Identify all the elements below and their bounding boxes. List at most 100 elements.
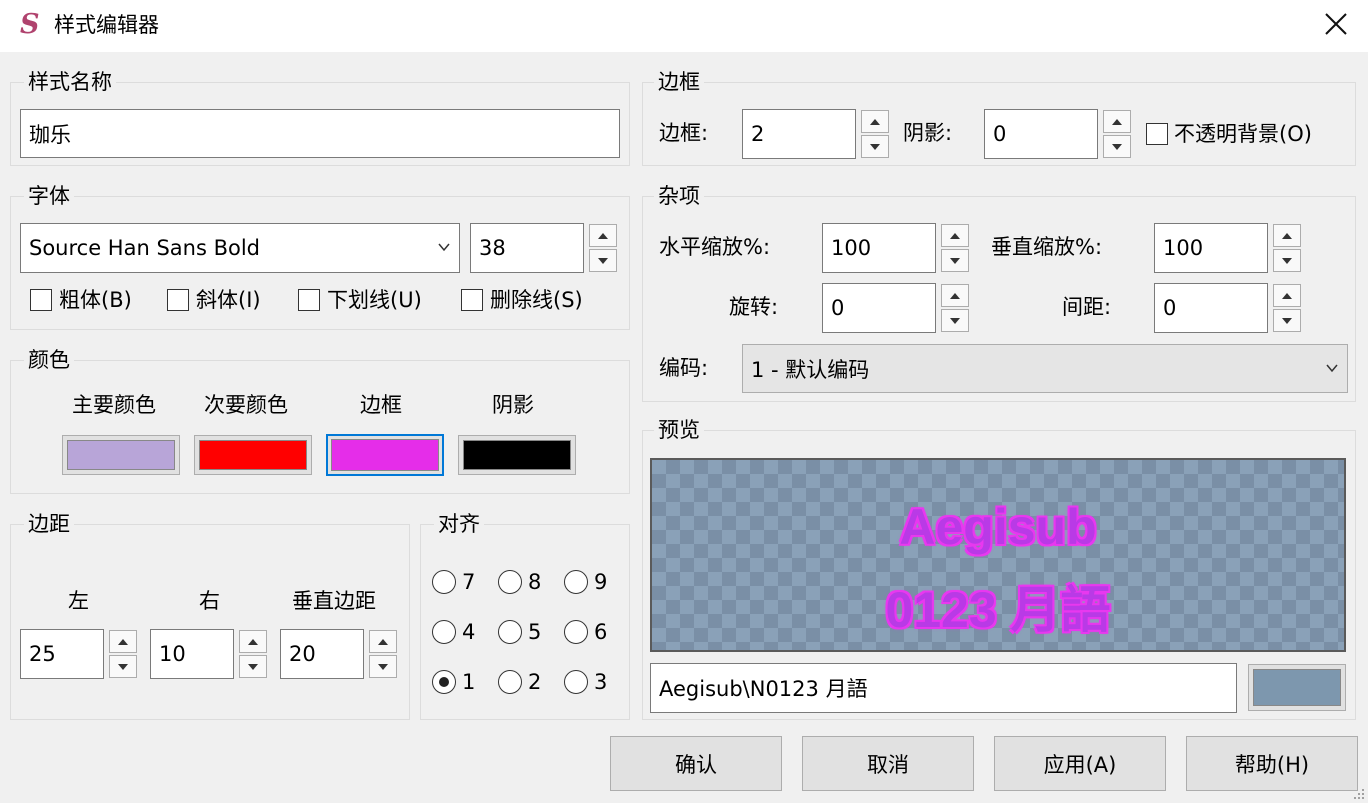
spin-up-button[interactable] — [861, 110, 889, 133]
align-2-radio[interactable] — [498, 670, 522, 694]
preview-line-1: Aegisub — [899, 499, 1097, 555]
outline-width-spinner[interactable] — [861, 110, 889, 158]
underline-checkbox[interactable] — [298, 289, 320, 311]
ok-button[interactable]: 确认 — [610, 736, 782, 791]
spacing-spinner[interactable] — [1273, 284, 1301, 332]
margin-left-spinner[interactable] — [109, 630, 137, 678]
title-bar: S 样式编辑器 — [0, 0, 1368, 52]
align-6-label: 6 — [594, 620, 608, 644]
rotation-input[interactable]: 0 — [822, 283, 936, 333]
spin-up-button[interactable] — [369, 630, 397, 653]
outline-color-button[interactable] — [326, 434, 444, 476]
align-1-label: 1 — [462, 670, 476, 694]
shadow-color-fill — [463, 440, 571, 470]
spin-up-button[interactable] — [941, 224, 969, 247]
cancel-button[interactable]: 取消 — [802, 736, 974, 791]
align-9-radio[interactable] — [564, 570, 588, 594]
radio-selected-dot — [439, 677, 449, 687]
apply-button[interactable]: 应用(A) — [994, 736, 1166, 791]
align-8-radio[interactable] — [498, 570, 522, 594]
align-5-radio[interactable] — [498, 620, 522, 644]
margin-right-input[interactable]: 10 — [150, 629, 234, 679]
spin-down-button[interactable] — [1103, 135, 1131, 158]
shadow-depth-input[interactable]: 0 — [984, 109, 1098, 159]
primary-color-fill — [67, 440, 175, 470]
align-2-label: 2 — [528, 670, 542, 694]
spin-up-button[interactable] — [1273, 284, 1301, 307]
encoding-select[interactable]: 1 - 默认编码 — [742, 344, 1348, 393]
shadow-depth-label: 阴影: — [903, 121, 953, 145]
strikeout-label: 删除线(S) — [490, 288, 583, 312]
preview-line-2: 0123 月語 — [885, 582, 1111, 638]
help-button[interactable]: 帮助(H) — [1186, 736, 1358, 791]
spin-down-button[interactable] — [589, 249, 617, 272]
border-group-label: 边框 — [654, 70, 704, 94]
spin-down-button[interactable] — [1273, 309, 1301, 332]
preview-background-color-button[interactable] — [1248, 664, 1346, 711]
align-3-radio[interactable] — [564, 670, 588, 694]
align-4-label: 4 — [462, 620, 476, 644]
spin-down-button[interactable] — [239, 655, 267, 678]
spin-up-button[interactable] — [589, 224, 617, 247]
preview-text-input[interactable]: Aegisub\N0123 月語 — [650, 663, 1237, 713]
margin-right-label: 右 — [199, 589, 220, 613]
italic-checkbox[interactable] — [167, 289, 189, 311]
spin-up-button[interactable] — [1273, 224, 1301, 247]
secondary-color-label: 次要颜色 — [204, 393, 288, 417]
margin-vertical-input[interactable]: 20 — [280, 629, 364, 679]
scale-y-input[interactable]: 100 — [1154, 223, 1268, 273]
scale-x-input[interactable]: 100 — [822, 223, 936, 273]
shadow-color-label: 阴影 — [492, 393, 534, 417]
chevron-down-icon — [438, 243, 450, 252]
spin-down-button[interactable] — [1273, 249, 1301, 272]
shadow-depth-spinner[interactable] — [1103, 110, 1131, 158]
resize-grip-icon[interactable] — [1352, 787, 1366, 801]
scale-x-label: 水平缩放%: — [659, 235, 771, 259]
opaque-box-label: 不透明背景(O) — [1174, 122, 1312, 146]
preview-background-fill — [1253, 669, 1341, 706]
margin-left-input[interactable]: 25 — [20, 629, 104, 679]
spin-up-button[interactable] — [239, 630, 267, 653]
margin-vertical-label: 垂直边距 — [292, 589, 376, 613]
primary-color-button[interactable] — [62, 435, 180, 475]
margin-right-spinner[interactable] — [239, 630, 267, 678]
spin-down-button[interactable] — [369, 655, 397, 678]
margins-group — [10, 524, 410, 720]
spin-down-button[interactable] — [109, 655, 137, 678]
outline-width-input[interactable]: 2 — [742, 109, 856, 159]
spacing-label: 间距: — [1062, 295, 1112, 319]
spin-up-button[interactable] — [941, 284, 969, 307]
secondary-color-button[interactable] — [194, 435, 312, 475]
opaque-box-checkbox[interactable] — [1146, 123, 1168, 145]
spin-up-button[interactable] — [1103, 110, 1131, 133]
bold-checkbox[interactable] — [30, 289, 52, 311]
scale-x-spinner[interactable] — [941, 224, 969, 272]
rotation-spinner[interactable] — [941, 284, 969, 332]
margin-vertical-spinner[interactable] — [369, 630, 397, 678]
spin-down-button[interactable] — [941, 249, 969, 272]
style-name-input[interactable]: 珈乐 — [20, 109, 620, 158]
strikeout-checkbox[interactable] — [461, 289, 483, 311]
font-size-input[interactable]: 38 — [470, 223, 584, 273]
align-6-radio[interactable] — [564, 620, 588, 644]
primary-color-label: 主要颜色 — [72, 393, 156, 417]
margins-group-label: 边距 — [24, 512, 74, 536]
align-7-label: 7 — [462, 570, 476, 594]
spacing-input[interactable]: 0 — [1154, 283, 1268, 333]
spin-down-button[interactable] — [861, 135, 889, 158]
outline-width-label: 边框: — [659, 121, 709, 145]
shadow-color-button[interactable] — [458, 435, 576, 475]
margin-left-label: 左 — [68, 589, 89, 613]
scale-y-spinner[interactable] — [1273, 224, 1301, 272]
close-button[interactable] — [1318, 6, 1354, 42]
align-8-label: 8 — [528, 570, 542, 594]
align-9-label: 9 — [594, 570, 608, 594]
spin-down-button[interactable] — [941, 309, 969, 332]
align-4-radio[interactable] — [432, 620, 456, 644]
align-1-radio[interactable] — [432, 670, 456, 694]
spin-up-button[interactable] — [109, 630, 137, 653]
font-family-select[interactable]: Source Han Sans Bold — [20, 223, 460, 273]
align-7-radio[interactable] — [432, 570, 456, 594]
encoding-label: 编码: — [659, 356, 709, 380]
font-size-spinner[interactable] — [589, 224, 617, 272]
